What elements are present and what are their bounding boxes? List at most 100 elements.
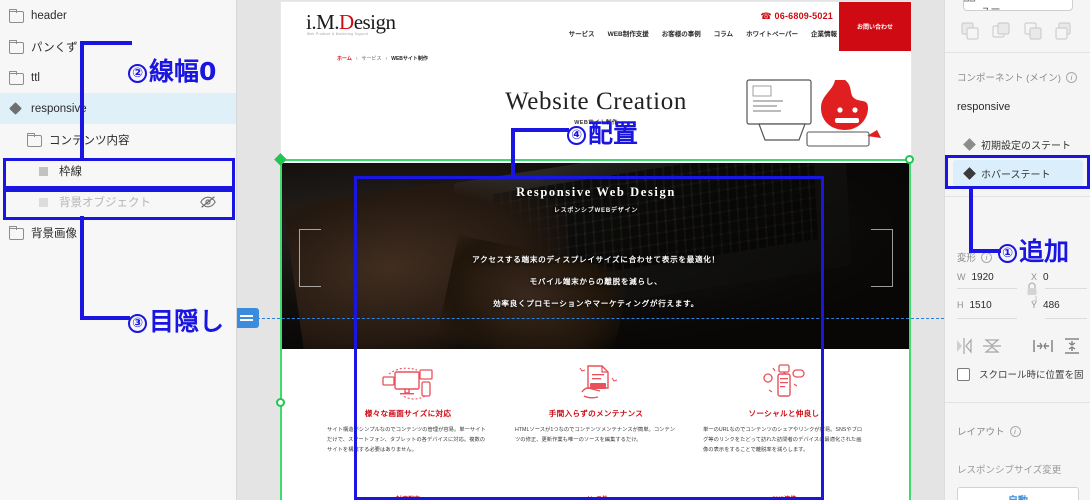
duplicate-front-icon[interactable] (1024, 21, 1043, 41)
layer-item-responsive[interactable]: responsive (0, 93, 236, 124)
layer-label: header (31, 9, 67, 22)
selection-edge-right (909, 159, 911, 500)
info-icon[interactable]: i (981, 251, 993, 263)
state-default[interactable]: 初期設定のステート (953, 131, 1083, 157)
flip-horizontal-icon[interactable] (955, 338, 973, 354)
feature-card-heading: ソーシャルと仲良し (748, 409, 820, 418)
nav-item-service[interactable]: サービス (569, 28, 595, 38)
feature-card-body: 単一のURLなのでコンテンツのシェアやリンクが容易。SNSやブログ等のリンクをた… (703, 427, 863, 453)
selection-handle-top-right[interactable] (905, 155, 914, 164)
nav-item-column[interactable]: コラム (714, 28, 733, 38)
transform-section-text: 変形 (957, 253, 977, 264)
y-field[interactable]: Y 486 (1031, 300, 1060, 311)
feature-card-body: サイト構造がシンプルなのでコンテンツの管理が容易。単一サイトだけで、スマートフォ… (327, 427, 486, 453)
folder-icon (8, 39, 24, 55)
layer-item-background-object[interactable]: 背景オブジェクト (0, 186, 236, 217)
y-key: Y (1031, 300, 1038, 310)
field-underline (1045, 288, 1087, 289)
nav-item-cases[interactable]: お客様の事例 (662, 28, 701, 38)
component-section-label: コンポーネント (メイン) i (957, 70, 1077, 84)
alignment-guide (237, 318, 944, 319)
duplicate-tools-row (945, 14, 1090, 48)
feature-card-heading: 手間入らずのメンテナンス (548, 409, 644, 418)
state-diamond-icon (963, 137, 976, 151)
feature-card-footer: メンテ性 (583, 497, 608, 500)
preview-button[interactable]: プレビュー プレビュー (963, 0, 1073, 11)
state-hover[interactable]: ホバーステート (953, 160, 1083, 186)
editor-window: header パンくず ttl responsive コンテンツ内容 枠線 背景… (0, 0, 1090, 500)
feature-card-footer: 対応端末 (395, 497, 420, 500)
align-vertical-icon[interactable] (1063, 338, 1081, 354)
website-preview[interactable]: i.M.Design Web Produce & Marketing Suppo… (281, 2, 911, 500)
divider (945, 402, 1090, 403)
layer-item-pankuzu[interactable]: パンくず (0, 31, 236, 62)
layer-item-ttl[interactable]: ttl (0, 62, 236, 93)
feature-card-heading: 様々な画面サイズに対応 (364, 409, 452, 418)
layer-item-background-image[interactable]: 背景画像 (0, 217, 236, 248)
logo-accent: D (339, 10, 354, 34)
hero-section: Responsive Web Design レスポンシブWEBデザイン アクセス… (281, 163, 911, 349)
feature-card-body: HTMLソースが1つなのでコンテンツメンテナンスが簡単。コンテンツの修正、更新作… (515, 427, 676, 443)
info-icon[interactable]: i (1009, 425, 1021, 437)
logo-pre: i.M. (306, 10, 340, 34)
html-hand-icon (507, 363, 685, 403)
object-square-icon (36, 194, 52, 210)
selection-edge-left (280, 159, 282, 500)
design-canvas[interactable]: i.M.Design Web Produce & Marketing Suppo… (237, 0, 944, 500)
flip-vertical-icon[interactable] (983, 338, 1001, 354)
feature-card[interactable]: 様々な画面サイズに対応 サイト構造がシンプルなのでコンテンツの管理が容易。単一サ… (319, 363, 497, 500)
feature-cards: 様々な画面サイズに対応 サイト構造がシンプルなのでコンテンツの管理が容易。単一サ… (281, 349, 911, 500)
layer-item-contents[interactable]: コンテンツ内容 (0, 124, 236, 155)
feature-card[interactable]: 手間入らずのメンテナンス HTMLソースが1つなのでコンテンツメンテナンスが簡単… (507, 363, 685, 500)
folder-icon (8, 8, 24, 24)
nav-item-whitepaper[interactable]: ホワイトペーパー (746, 28, 798, 38)
duplicate-right-icon[interactable] (992, 21, 1011, 41)
drag-grip-handle[interactable] (237, 308, 259, 328)
width-field[interactable]: W 1920 (957, 272, 994, 283)
layer-item-header[interactable]: header (0, 0, 236, 31)
layer-label: コンテンツ内容 (49, 134, 130, 147)
height-field[interactable]: H 1510 (957, 300, 992, 311)
auto-button[interactable]: 自動 (957, 487, 1079, 500)
info-icon[interactable]: i (1065, 71, 1077, 83)
hero-body-line-2: モバイル端末からの離脱を減らし、 (529, 277, 663, 286)
phone-number: ☎ 06-6809-5021 (760, 11, 833, 22)
height-key: H (957, 300, 964, 310)
field-underline (1045, 318, 1087, 319)
layer-item-wakusen[interactable]: 枠線 (0, 155, 236, 186)
component-name: responsive (957, 101, 1011, 113)
contact-cta-button[interactable]: お問い合わせ (839, 2, 911, 51)
eye-off-icon[interactable] (200, 195, 216, 208)
layer-label: 背景画像 (31, 227, 77, 240)
breadcrumb-mid[interactable]: サービス (362, 55, 382, 62)
state-diamond-icon (963, 166, 976, 180)
layout-section-text: レイアウト (957, 427, 1005, 438)
layer-label: 枠線 (59, 165, 82, 178)
selection-handle-left-mid[interactable] (276, 398, 285, 407)
logo-tagline: Web Produce & Marketing Support (307, 32, 369, 36)
duplicate-icon[interactable] (961, 21, 980, 41)
feature-cards-row2: 対応端末 メンテ性 SNS連携 (281, 494, 911, 500)
breadcrumb: ホーム › サービス › WEBサイト制作 (337, 55, 428, 63)
folder-icon (8, 225, 24, 241)
height-value: 1510 (969, 300, 992, 311)
fix-on-scroll-checkbox[interactable]: スクロール時に位置を固 (957, 367, 1084, 381)
logo-post: esign (353, 10, 396, 34)
nav-item-company[interactable]: 企業情報 (811, 28, 837, 38)
breadcrumb-sep: › (355, 55, 358, 62)
checkbox-box[interactable] (957, 367, 970, 381)
component-diamond-icon (8, 101, 24, 117)
social-phone-icon (695, 363, 873, 403)
illustration-monitor-mascot-icon (746, 79, 881, 147)
breadcrumb-home[interactable]: ホーム (337, 55, 352, 62)
divider (945, 196, 1090, 197)
align-horizontal-icon[interactable] (1033, 338, 1053, 354)
width-key: W (957, 272, 966, 282)
hero-body-line-3: 効率良くプロモーションやマーケティングが行えます。 (493, 299, 699, 308)
layers-panel: header パンくず ttl responsive コンテンツ内容 枠線 背景… (0, 0, 237, 500)
hero-heading: Responsive Web Design (516, 185, 676, 199)
feature-card[interactable]: ソーシャルと仲良し 単一のURLなのでコンテンツのシェアやリンクが容易。SNSや… (695, 363, 873, 500)
nav-item-web-support[interactable]: WEB制作支援 (608, 28, 649, 38)
site-header: i.M.Design Web Produce & Marketing Suppo… (281, 2, 911, 51)
duplicate-back-icon[interactable] (1055, 21, 1074, 41)
